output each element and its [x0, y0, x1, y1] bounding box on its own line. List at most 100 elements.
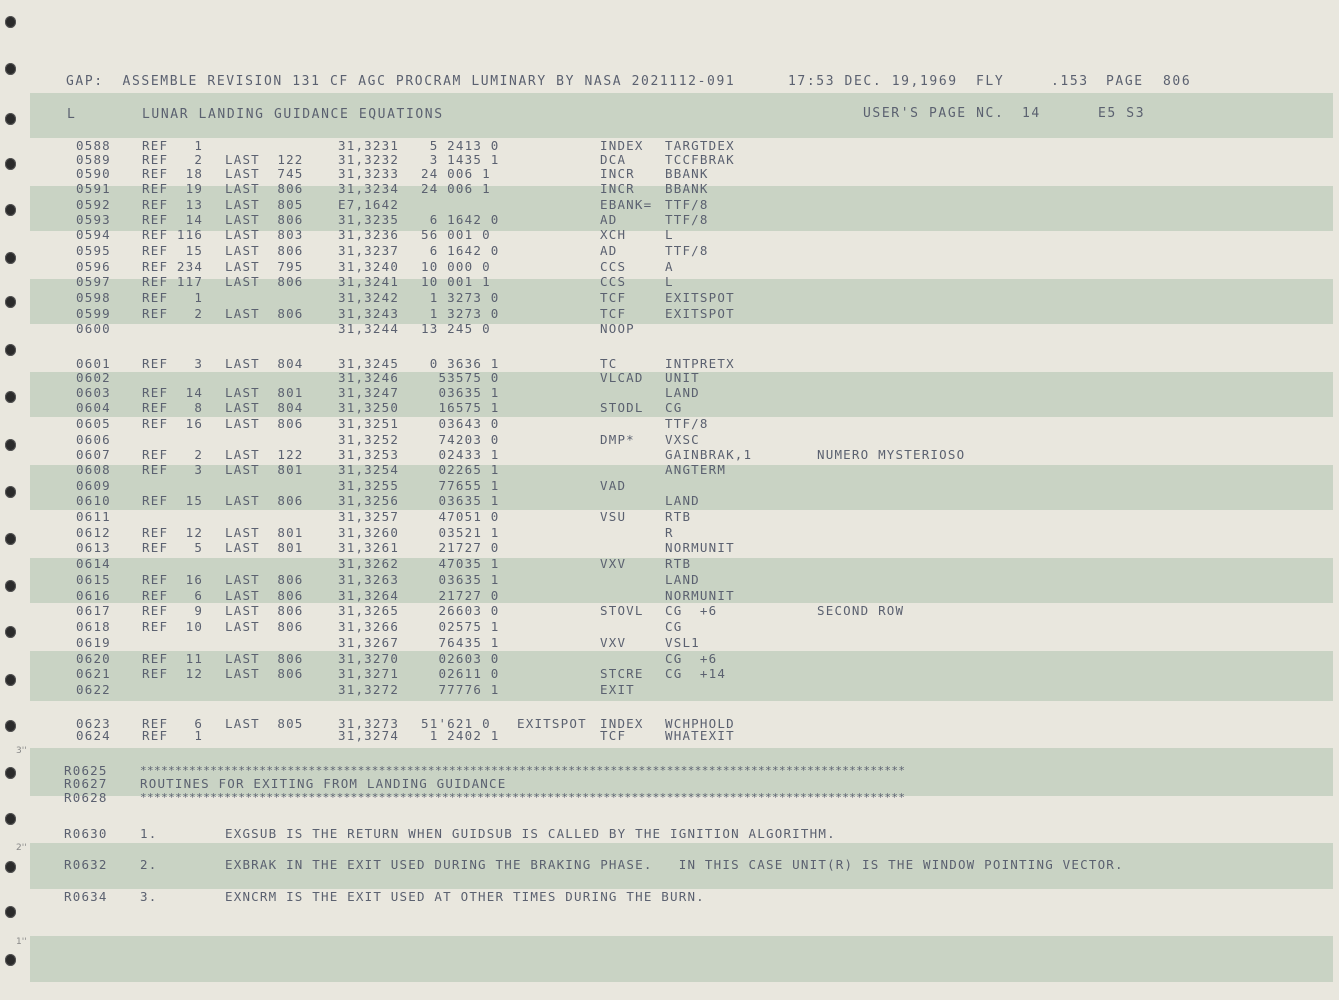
cell-word: 03643 0: [421, 416, 500, 431]
cell-op: AD: [600, 212, 618, 227]
cell-line: 0595: [76, 243, 111, 258]
cell-addr: 31,3271: [338, 666, 400, 681]
cell-op: EBANK=: [600, 197, 653, 212]
cell-operand: CG: [665, 619, 683, 634]
cell-word: 1 3273 0: [421, 290, 500, 305]
cell-last: LAST 801: [225, 540, 304, 555]
cell-line: 0617: [76, 603, 111, 618]
cell-last: LAST 806: [225, 588, 304, 603]
line-number: R0632: [64, 857, 108, 872]
cell-addr: 31,3260: [338, 525, 400, 540]
cell-op: XCH: [600, 227, 627, 242]
cell-word: 02603 0: [421, 651, 500, 666]
cell-line: 0615: [76, 572, 111, 587]
cell-addr: 31,3247: [338, 385, 400, 400]
feed-hole: [5, 439, 16, 451]
page-number: 806: [1163, 74, 1192, 89]
note-text: EXBRAK IN THE EXIT USED DURING THE BRAKI…: [225, 857, 1124, 872]
cell-word: 6 1642 0: [421, 212, 500, 227]
cell-last: LAST 803: [225, 227, 304, 242]
feed-hole: [5, 626, 16, 638]
cell-addr: 31,3240: [338, 259, 400, 274]
cell-op: DCA: [600, 152, 627, 167]
cell-line: 0604: [76, 400, 111, 415]
cell-op: VLCAD: [600, 370, 644, 385]
cell-line: 0590: [76, 166, 111, 181]
cell-ref: REF 1: [142, 138, 204, 153]
cell-last: LAST 806: [225, 212, 304, 227]
cell-ref: REF 3: [142, 356, 204, 371]
cell-addr: 31,3242: [338, 290, 400, 305]
cell-last: LAST 806: [225, 306, 304, 321]
note-text: EXNCRM IS THE EXIT USED AT OTHER TIMES D…: [225, 889, 705, 904]
cell-operand: INTPRETX: [665, 356, 735, 371]
margin-mark: 3'': [16, 746, 27, 756]
cell-addr: 31,3235: [338, 212, 400, 227]
feed-hole: [5, 486, 16, 498]
asterisk-rule: ****************************************…: [140, 791, 906, 804]
cell-ref: REF 117: [142, 274, 204, 289]
cell-ref: REF 2: [142, 447, 204, 462]
cell-line: 0589: [76, 152, 111, 167]
cell-line: 0610: [76, 493, 111, 508]
cell-op: EXIT: [600, 682, 635, 697]
cell-line: 0601: [76, 356, 111, 371]
cell-operand: ANGTERM: [665, 462, 727, 477]
cell-last: LAST 805: [225, 197, 304, 212]
note-text: EXGSUB IS THE RETURN WHEN GUIDSUB IS CAL…: [225, 826, 836, 841]
cell-ref: REF 13: [142, 197, 204, 212]
feed-hole: [5, 252, 16, 264]
cell-operand: RTB: [665, 509, 692, 524]
cell-operand: L: [665, 274, 674, 289]
cell-word: 02433 1: [421, 447, 500, 462]
cell-word: 03635 1: [421, 493, 500, 508]
cell-line: 0588: [76, 138, 111, 153]
cell-word: 24 006 1: [421, 181, 491, 196]
cell-operand: CG +6: [665, 603, 718, 618]
cell-word: 26603 0: [421, 603, 500, 618]
cell-word: 24 006 1: [421, 166, 491, 181]
cell-last: LAST 801: [225, 462, 304, 477]
cell-op: STODL: [600, 400, 644, 415]
cell-word: 10 000 0: [421, 259, 491, 274]
cell-ref: REF 8: [142, 400, 204, 415]
cell-op: TCF: [600, 728, 627, 743]
cell-line: 0614: [76, 556, 111, 571]
cell-addr: 31,3232: [338, 152, 400, 167]
cell-line: 0611: [76, 509, 111, 524]
cell-operand: UNIT: [665, 370, 700, 385]
cell-line: 0607: [76, 447, 111, 462]
feed-hole: [5, 674, 16, 686]
user-page-number: 14: [1022, 106, 1041, 121]
cell-addr: 31,3237: [338, 243, 400, 258]
cell-line: 0594: [76, 227, 111, 242]
cell-line: 0606: [76, 432, 111, 447]
cell-operand: CG +14: [665, 666, 727, 681]
cell-line: 0600: [76, 321, 111, 336]
cell-operand: BBANK: [665, 181, 709, 196]
cell-op: VSU: [600, 509, 627, 524]
section-title: LUNAR LANDING GUIDANCE EQUATIONS: [142, 107, 444, 122]
cell-op: STOVL: [600, 603, 644, 618]
cell-word: 3 1435 1: [421, 152, 500, 167]
cell-operand: TTF/8: [665, 243, 709, 258]
cell-line: 0616: [76, 588, 111, 603]
cell-ref: REF 1: [142, 728, 204, 743]
cell-operand: TCCFBRAK: [665, 152, 735, 167]
feed-hole: [5, 296, 16, 308]
cell-addr: 31,3255: [338, 478, 400, 493]
cell-last: LAST 122: [225, 152, 304, 167]
cell-addr: 31,3246: [338, 370, 400, 385]
cell-addr: 31,3254: [338, 462, 400, 477]
timestamp: 17:53 DEC. 19,1969: [788, 74, 958, 89]
cell-ref: REF 3: [142, 462, 204, 477]
cell-addr: 31,3257: [338, 509, 400, 524]
cell-word: 77655 1: [421, 478, 500, 493]
cell-operand: TTF/8: [665, 212, 709, 227]
cell-word: 1 2402 1: [421, 728, 500, 743]
cell-addr: 31,3261: [338, 540, 400, 555]
cell-last: LAST 806: [225, 619, 304, 634]
page-label: PAGE: [1106, 74, 1144, 89]
cell-last: LAST 804: [225, 356, 304, 371]
cell-ref: REF 1: [142, 290, 204, 305]
